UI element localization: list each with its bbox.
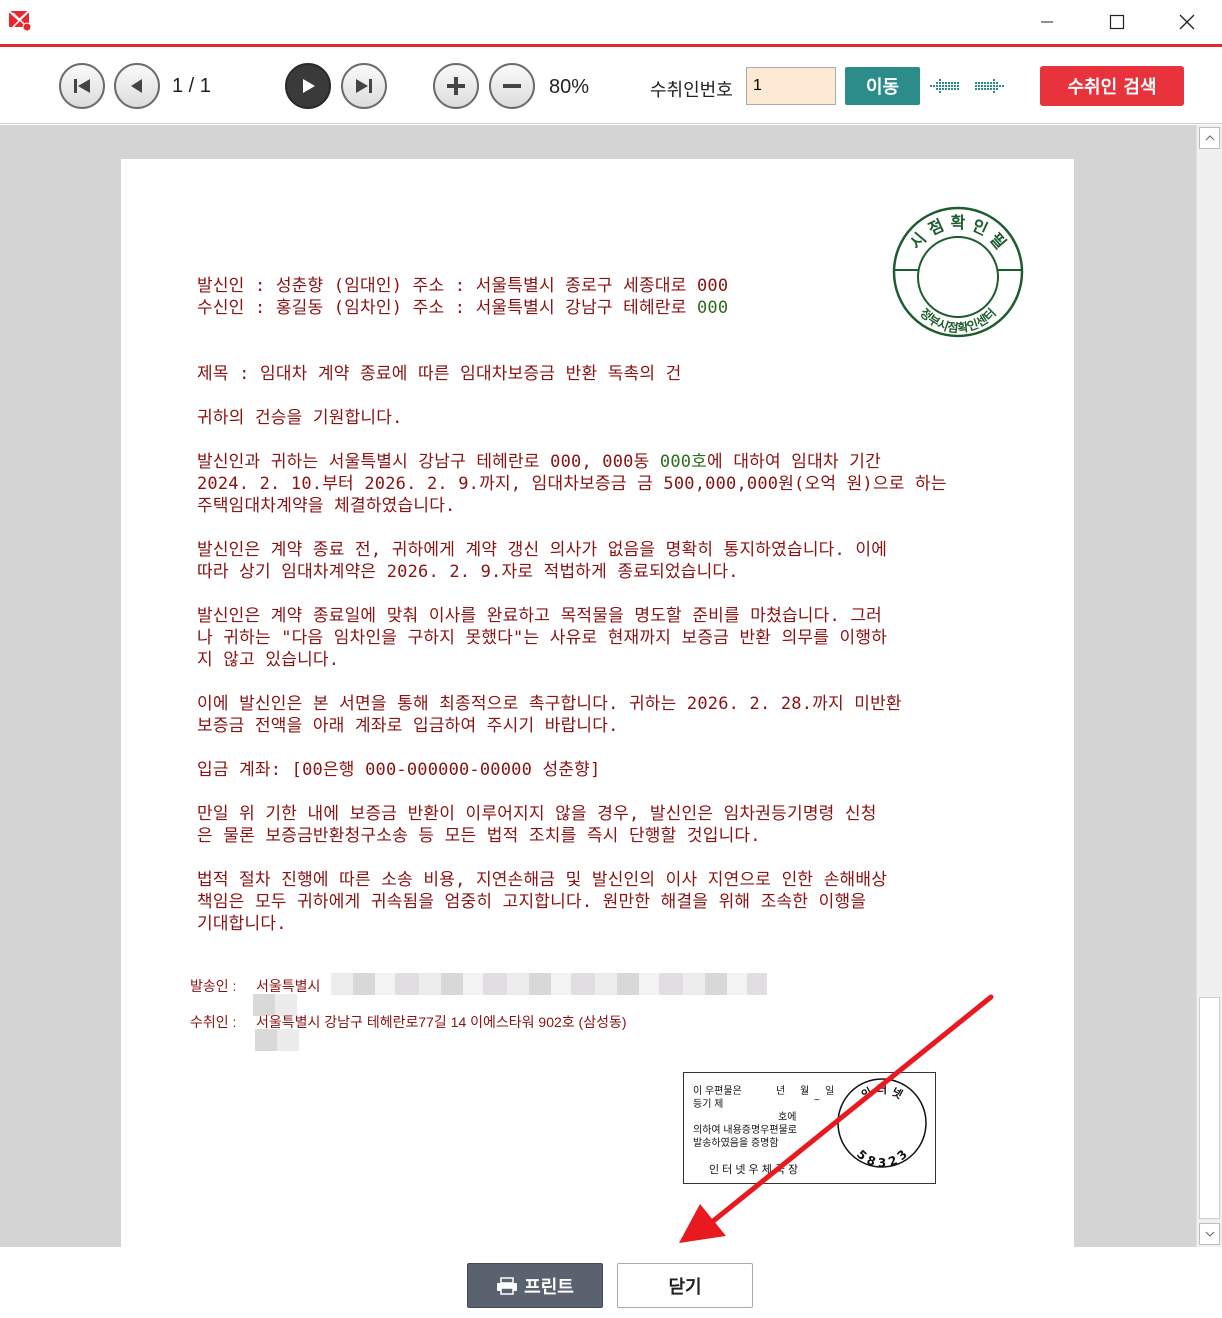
letter-body: 제목 : 임대차 계약 종료에 따른 임대차보증금 반환 독촉의 건 귀하의 건…	[197, 363, 997, 957]
seal-stamp: 시 점 확 인 필 정부시점확인센터	[892, 206, 1024, 338]
printer-icon	[497, 1276, 518, 1295]
account-line: 입금 계좌: [00은행 000-000000-00000 성춘향]	[197, 760, 601, 780]
zoom-in-button[interactable]	[433, 63, 479, 109]
close-button[interactable]: 닫기	[617, 1263, 753, 1308]
greeting-line: 귀하의 건승을 기원합니다.	[197, 408, 403, 428]
chevron-down-icon	[1205, 1231, 1214, 1237]
first-page-button[interactable]	[59, 63, 105, 109]
subject-line: 제목 : 임대차 계약 종료에 따른 임대차보증금 반환 독촉의 건	[197, 364, 682, 384]
paragraph-1: 발신인과 귀하는 서울특별시 강남구 테헤란로 000, 000동 000호에 …	[197, 452, 947, 516]
zoom-level: 80%	[549, 76, 590, 98]
paragraph-3: 발신인은 계약 종료일에 맞춰 이사를 완료하고 목적물을 명도할 준비를 마쳤…	[197, 606, 888, 670]
maximize-button[interactable]	[1082, 0, 1152, 44]
scroll-thumb[interactable]	[1199, 997, 1220, 1219]
skip-first-icon	[74, 79, 90, 93]
seal-bottom-text: 정부시점확인센터	[917, 305, 999, 335]
prev-page-button[interactable]	[114, 63, 160, 109]
skip-last-icon	[356, 79, 372, 93]
go-button[interactable]: 이동	[845, 67, 920, 105]
scroll-down-button[interactable]	[1199, 1223, 1220, 1245]
minimize-icon	[1041, 21, 1053, 23]
redacted-name	[255, 1029, 299, 1051]
next-recipient-icon[interactable]	[972, 77, 1004, 95]
scroll-up-button[interactable]	[1199, 127, 1220, 149]
redacted-address	[331, 973, 767, 995]
plus-icon	[447, 77, 465, 95]
dispatcher-address: 서울특별시	[256, 978, 321, 994]
recipient-line: 수신인 : 홍길동 (임차인) 주소 : 서울특별시 강남구 테헤란로 000	[197, 298, 729, 318]
chevron-up-icon	[1205, 135, 1214, 141]
svg-text:정부시점확인센터: 정부시점확인센터	[917, 305, 999, 335]
recipient-search-button[interactable]: 수취인 검색	[1040, 66, 1184, 106]
viewer-toolbar: 1 / 1 80% 수취인번호 이동	[0, 47, 1222, 124]
last-page-button[interactable]	[341, 63, 387, 109]
paragraph-6: 법적 절차 진행에 따른 소송 비용, 지연손해금 및 발신인의 이사 지연으로…	[197, 870, 888, 934]
parties-block: 발신인 : 성춘향 (임대인) 주소 : 서울특별시 종로구 세종대로 000 …	[197, 275, 997, 319]
paragraph-4: 이에 발신인은 본 서면을 통해 최종적으로 촉구합니다. 귀하는 2026. …	[197, 694, 902, 736]
next-page-button[interactable]	[285, 63, 331, 109]
app-logo-icon	[8, 10, 32, 32]
play-icon	[303, 79, 315, 93]
postmark-box: 이 우편물은 년 월 일 등기 제 ~ 호에 의하여 내용증명우편물로 발송하였…	[683, 1072, 936, 1184]
print-button[interactable]: 프린트	[467, 1263, 603, 1308]
bottom-action-bar: 프린트 닫기	[0, 1247, 1222, 1318]
receiver-address: 서울특별시 강남구 테헤란로77길 14 이에스타워 902호 (삼성동)	[256, 1014, 627, 1030]
prev-icon	[131, 79, 142, 93]
paragraph-2: 발신인은 계약 종료 전, 귀하에게 계약 갱신 의사가 없음을 명확히 통지하…	[197, 540, 888, 582]
maximize-icon	[1109, 14, 1125, 30]
vertical-scrollbar[interactable]	[1196, 125, 1222, 1247]
receiver-label: 수취인 :	[190, 1014, 237, 1030]
page-indicator: 1 / 1	[172, 75, 211, 97]
prev-recipient-icon[interactable]	[930, 77, 962, 95]
close-window-button[interactable]	[1152, 0, 1222, 44]
close-icon	[1179, 14, 1195, 30]
minimize-button[interactable]	[1012, 0, 1082, 44]
postmark-stamp: 인 터 넷 5 8 3 2 3	[837, 1078, 927, 1170]
recipient-number-input[interactable]	[746, 67, 836, 105]
title-bar	[0, 0, 1222, 44]
sender-line: 발신인 : 성춘향 (임대인) 주소 : 서울특별시 종로구 세종대로 000	[197, 276, 729, 296]
minus-icon	[503, 84, 521, 88]
recipient-number-label: 수취인번호	[650, 80, 733, 101]
zoom-out-button[interactable]	[489, 63, 535, 109]
svg-text:인 터 넷: 인 터 넷	[859, 1082, 905, 1101]
svg-text:5 8 3 2 3: 5 8 3 2 3	[854, 1147, 910, 1170]
paragraph-5: 만일 위 기한 내에 보증금 반환이 이루어지지 않을 경우, 발신인은 임차권…	[197, 804, 877, 846]
dispatcher-label: 발송인 :	[190, 978, 237, 994]
